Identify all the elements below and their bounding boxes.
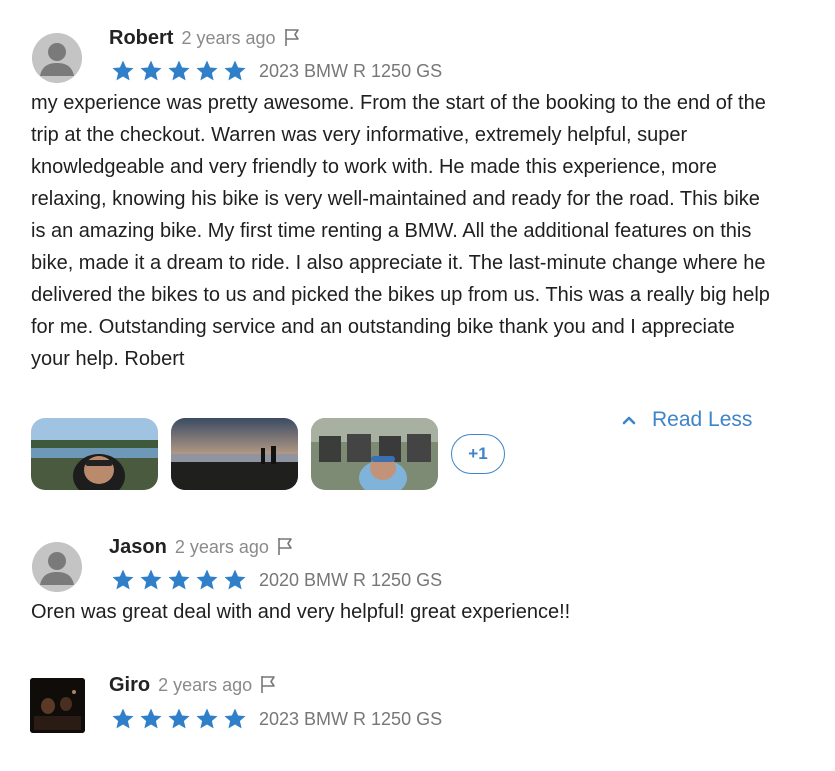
flag-icon[interactable] (275, 536, 295, 562)
reviewer-name[interactable]: Robert (109, 27, 173, 49)
bike-model[interactable]: 2023 BMW R 1250 GS (259, 61, 442, 82)
star-icon (196, 60, 218, 81)
chevron-up-icon (622, 416, 636, 425)
bike-model[interactable]: 2020 BMW R 1250 GS (259, 570, 442, 591)
reviewer-name-row: Jason 2 years ago (109, 536, 295, 562)
review-photo-3[interactable] (311, 418, 438, 490)
default-avatar-icon[interactable] (32, 542, 82, 592)
star-rating: 2023 BMW R 1250 GS (111, 59, 442, 83)
star-icon (168, 708, 190, 729)
review-text: Oren was great deal with and very helpfu… (31, 601, 571, 623)
reviewer-name-row: Robert 2 years ago (109, 27, 302, 53)
review-photo-1[interactable] (31, 418, 158, 490)
star-icon (196, 708, 218, 729)
star-icon (112, 60, 134, 81)
flag-icon[interactable] (258, 674, 278, 700)
review-photo-2[interactable] (171, 418, 298, 490)
star-rating: 2023 BMW R 1250 GS (111, 707, 442, 731)
star-icon (224, 708, 246, 729)
reviewer-name[interactable]: Jason (109, 536, 167, 558)
review-time: 2 years ago (158, 675, 253, 695)
star-icon (224, 60, 246, 81)
review-time: 2 years ago (174, 537, 269, 557)
reviewer-name-row: Giro 2 years ago (109, 674, 278, 700)
reviewer-avatar[interactable] (30, 678, 85, 733)
star-icon (112, 708, 134, 729)
bike-model[interactable]: 2023 BMW R 1250 GS (259, 709, 442, 730)
review-text: my experience was pretty awesome. From t… (31, 92, 770, 370)
star-icon (224, 569, 246, 590)
read-less-label: Read Less (652, 408, 753, 431)
reviewer-name[interactable]: Giro (109, 674, 150, 696)
flag-icon[interactable] (282, 27, 302, 53)
star-icon (140, 708, 162, 729)
read-less-link[interactable]: Read Less (622, 408, 752, 432)
review-photos: +1 (31, 418, 505, 490)
review-time: 2 years ago (181, 28, 276, 48)
star-icon (112, 569, 134, 590)
star-icon (140, 60, 162, 81)
default-avatar-icon[interactable] (32, 33, 82, 83)
star-icon (140, 569, 162, 590)
star-icon (196, 569, 218, 590)
star-rating: 2020 BMW R 1250 GS (111, 568, 442, 592)
star-icon (168, 569, 190, 590)
more-photos-button[interactable]: +1 (451, 434, 505, 474)
star-icon (168, 60, 190, 81)
